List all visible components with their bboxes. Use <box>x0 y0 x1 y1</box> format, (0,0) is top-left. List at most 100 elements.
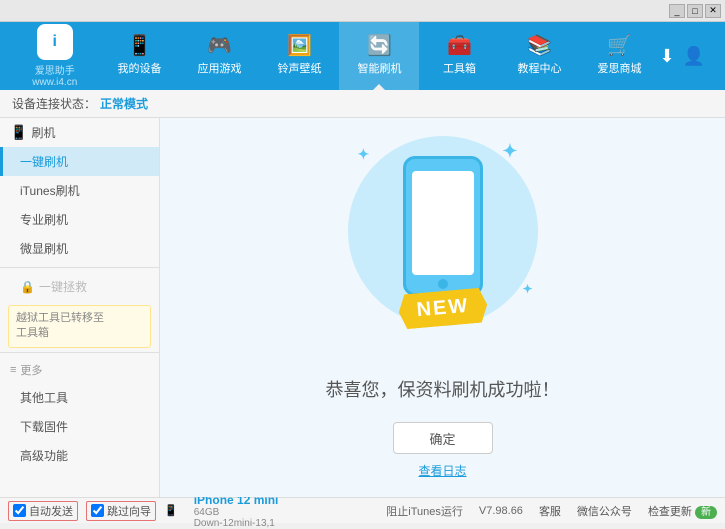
nav-ringtones-label: 铃声壁纸 <box>277 60 321 76</box>
sidebar: 📱 刷机 一键刷机 iTunes刷机 专业刷机 微显刷机 🔒 一键拯救 越狱工具… <box>0 118 160 497</box>
customer-service-btn[interactable]: 客服 <box>539 503 561 519</box>
sparkle-1: ✦ <box>358 146 370 163</box>
device-icon: 📱 <box>164 504 178 517</box>
device-info: iPhone 12 mini 64GB Down-12mini-13,1 <box>194 493 279 529</box>
confirm-btn-label: 确定 <box>429 429 455 448</box>
minimize-btn[interactable]: _ <box>669 4 685 18</box>
jailbreak-notice: 越狱工具已转移至工具箱 <box>8 305 151 348</box>
phone-shape <box>403 156 483 296</box>
user-icon[interactable]: 👤 <box>683 46 705 67</box>
nav-store[interactable]: 🛒 爱思商城 <box>579 22 659 90</box>
device-system: Down-12mini-13,1 <box>194 518 279 529</box>
logo-area: i 爱思助手 www.i4.cn <box>10 24 99 88</box>
bottom-left: 自动发送 跳过向导 📱 iPhone 12 mini 64GB Down-12m… <box>8 493 376 529</box>
new-label: NEW <box>415 295 469 322</box>
nav-my-device-label: 我的设备 <box>117 60 161 76</box>
content-area: ✦ ✦ ✦ NEW 恭喜您，保资料刷机成功啦！ 确定 查看日志 <box>160 118 725 497</box>
download-fw-label: 下载固件 <box>20 420 68 434</box>
more-section-icon: ≡ <box>10 364 16 376</box>
sidebar-section-flash: 📱 刷机 <box>0 118 159 147</box>
flash-section-label: 刷机 <box>31 124 55 141</box>
success-text: 恭喜您，保资料刷机成功啦！ <box>326 376 560 402</box>
auto-send-label: 自动发送 <box>29 503 73 519</box>
nav-apps-games[interactable]: 🎮 应用游戏 <box>179 22 259 90</box>
status-label: 设备连接状态： <box>12 95 96 112</box>
version: V7.98.66 <box>479 505 523 517</box>
device-storage: 64GB <box>194 507 279 518</box>
skip-wizard-label: 跳过向导 <box>107 503 151 519</box>
nav-store-icon: 🛒 <box>607 36 632 56</box>
nav-tutorial-icon: 📚 <box>527 36 552 56</box>
one-click-label: 一键刷机 <box>20 155 68 169</box>
download-icon[interactable]: ⬇ <box>659 46 674 67</box>
phone-home-btn <box>438 279 448 289</box>
nav-apps-games-label: 应用游戏 <box>197 60 241 76</box>
sidebar-item-show-flash[interactable]: 微显刷机 <box>0 234 159 263</box>
wechat-btn[interactable]: 微信公众号 <box>577 503 632 519</box>
sidebar-section-more: ≡ 更多 <box>0 357 159 383</box>
bottom-bar: 自动发送 跳过向导 📱 iPhone 12 mini 64GB Down-12m… <box>0 497 725 523</box>
skip-wizard-checkbox-label[interactable]: 跳过向导 <box>86 501 156 521</box>
check-update-label: 检查更新 <box>648 506 692 518</box>
jailbreak-notice-text: 越狱工具已转移至工具箱 <box>16 312 104 339</box>
nav-smart-flash[interactable]: 🔄 智能刷机 <box>339 22 419 90</box>
nav-apps-games-icon: 🎮 <box>207 36 232 56</box>
bottom-right: 阻止iTunes运行 V7.98.66 客服 微信公众号 检查更新 新 <box>386 503 717 519</box>
status-bar: 设备连接状态： 正常模式 <box>0 90 725 118</box>
sidebar-item-download-fw[interactable]: 下载固件 <box>0 412 159 441</box>
logo-icon: i <box>37 24 73 60</box>
title-bar: _ □ ✕ <box>0 0 725 22</box>
sparkle-2: ✦ <box>502 141 517 162</box>
nav-ringtones[interactable]: 🖼️ 铃声壁纸 <box>259 22 339 90</box>
secondary-link[interactable]: 查看日志 <box>418 462 466 479</box>
logo-url: www.i4.cn <box>32 77 77 88</box>
nav-store-label: 爱思商城 <box>597 60 641 76</box>
pro-flash-label: 专业刷机 <box>20 213 68 227</box>
confirm-button[interactable]: 确定 <box>393 422 493 454</box>
sidebar-section-rescue: 🔒 一键拯救 <box>0 272 159 301</box>
close-btn[interactable]: ✕ <box>705 4 721 18</box>
nav-tutorial[interactable]: 📚 教程中心 <box>499 22 579 90</box>
phone-illustration: ✦ ✦ ✦ NEW <box>343 136 543 356</box>
sidebar-item-one-click[interactable]: 一键刷机 <box>0 147 159 176</box>
sidebar-item-other-tools[interactable]: 其他工具 <box>0 383 159 412</box>
nav-tutorial-label: 教程中心 <box>517 60 561 76</box>
nav-toolbox-label: 工具箱 <box>443 60 476 76</box>
nav-smart-flash-label: 智能刷机 <box>357 60 401 76</box>
auto-send-checkbox[interactable] <box>13 504 26 517</box>
header: i 爱思助手 www.i4.cn 📱 我的设备 🎮 应用游戏 🖼️ 铃声壁纸 🔄… <box>0 22 725 90</box>
update-badge: 新 <box>695 506 717 519</box>
logo-name: 爱思助手 <box>35 62 75 77</box>
sidebar-divider-2 <box>0 352 159 353</box>
show-flash-label: 微显刷机 <box>20 242 68 256</box>
nav-toolbox[interactable]: 🧰 工具箱 <box>419 22 499 90</box>
flash-section-icon: 📱 <box>10 124 27 141</box>
advanced-label: 高级功能 <box>20 449 68 463</box>
auto-send-checkbox-label[interactable]: 自动发送 <box>8 501 78 521</box>
nav-my-device-icon: 📱 <box>127 36 152 56</box>
itunes-stop[interactable]: 阻止iTunes运行 <box>386 503 463 519</box>
header-right: ⬇ 👤 <box>659 46 715 67</box>
rescue-label: 一键拯救 <box>39 278 87 295</box>
nav-toolbox-icon: 🧰 <box>447 36 472 56</box>
lock-icon: 🔒 <box>20 280 35 294</box>
check-update-btn[interactable]: 检查更新 新 <box>648 503 717 519</box>
phone-screen <box>412 171 474 275</box>
itunes-label: iTunes刷机 <box>20 184 80 198</box>
other-tools-label: 其他工具 <box>20 391 68 405</box>
sidebar-item-itunes[interactable]: iTunes刷机 <box>0 176 159 205</box>
main-layout: 📱 刷机 一键刷机 iTunes刷机 专业刷机 微显刷机 🔒 一键拯救 越狱工具… <box>0 118 725 497</box>
sidebar-divider-1 <box>0 267 159 268</box>
sidebar-item-advanced[interactable]: 高级功能 <box>0 441 159 470</box>
sidebar-item-pro-flash[interactable]: 专业刷机 <box>0 205 159 234</box>
nav-items: 📱 我的设备 🎮 应用游戏 🖼️ 铃声壁纸 🔄 智能刷机 🧰 工具箱 📚 教程中… <box>99 22 659 90</box>
more-section-label: 更多 <box>20 362 42 378</box>
maximize-btn[interactable]: □ <box>687 4 703 18</box>
nav-smart-flash-icon: 🔄 <box>367 36 392 56</box>
skip-wizard-checkbox[interactable] <box>91 504 104 517</box>
sparkle-3: ✦ <box>522 282 532 296</box>
status-value: 正常模式 <box>100 95 148 112</box>
nav-ringtones-icon: 🖼️ <box>287 36 312 56</box>
window-controls[interactable]: _ □ ✕ <box>669 4 721 18</box>
nav-my-device[interactable]: 📱 我的设备 <box>99 22 179 90</box>
